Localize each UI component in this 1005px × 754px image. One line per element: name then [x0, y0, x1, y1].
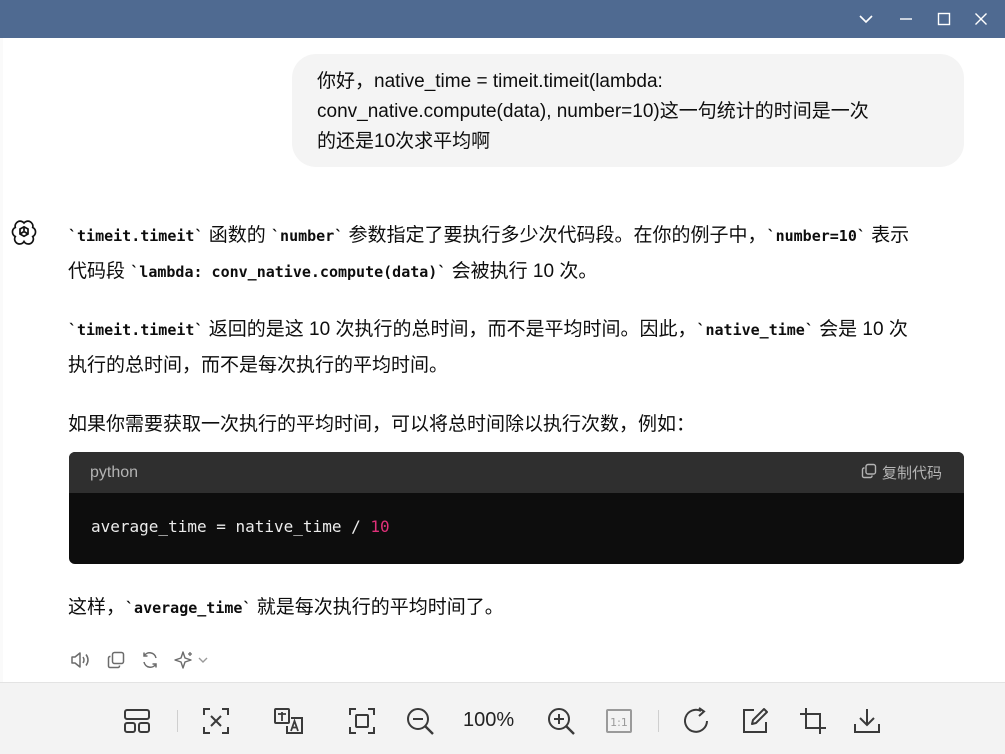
- title-bar: [0, 0, 1005, 38]
- copy-icon[interactable]: [106, 650, 126, 670]
- paragraph-text: 表示: [865, 225, 910, 246]
- toolbar-separator: [658, 710, 659, 732]
- minimize-icon[interactable]: [886, 0, 926, 38]
- edit-icon[interactable]: [739, 705, 771, 737]
- inline-code: `timeit.timeit`: [68, 227, 204, 245]
- assistant-paragraph-1: `timeit.timeit` 函数的 `number` 参数指定了要执行多少次…: [68, 218, 968, 290]
- fullscreen-icon[interactable]: [346, 705, 378, 737]
- code-content: average_time = native_time / 10: [69, 493, 964, 560]
- translate-icon[interactable]: [273, 705, 305, 737]
- sparkle-icon[interactable]: [174, 650, 210, 670]
- user-message-line: 的还是10次求平均啊: [317, 131, 491, 152]
- viewer-toolbar: 100% 1:1: [0, 682, 1005, 754]
- actual-size-icon[interactable]: 1:1: [603, 705, 635, 737]
- copy-code-label: 复制代码: [881, 465, 942, 482]
- paragraph-text: 会被执行 10 次。: [446, 261, 598, 282]
- paragraph-text: 返回的是这 10 次执行的总时间，而不是平均时间。因此，: [203, 319, 697, 340]
- paragraph-text: 这样，: [68, 597, 126, 618]
- zoom-level: 100%: [463, 709, 515, 731]
- code-block: python 复制代码 average_time = native_time /…: [69, 452, 964, 564]
- assistant-paragraph-2: `timeit.timeit` 返回的是这 10 次执行的总时间，而不是平均时间…: [68, 312, 968, 383]
- close-icon[interactable]: [961, 0, 1001, 38]
- message-actions: [70, 650, 210, 670]
- inline-code: `number`: [271, 227, 344, 245]
- assistant-paragraph-4: 这样，`average_time` 就是每次执行的平均时间了。: [68, 590, 968, 626]
- copy-icon: [861, 463, 877, 483]
- paragraph-text: 代码段: [68, 261, 131, 282]
- code-block-header: python 复制代码: [69, 452, 964, 493]
- inline-code: `average_time`: [125, 599, 252, 617]
- paragraph-text: 函数的: [203, 225, 272, 246]
- assistant-paragraph-3: 如果你需要获取一次执行的平均时间，可以将总时间除以执行次数，例如：: [68, 414, 696, 435]
- inline-code: `timeit.timeit`: [68, 321, 204, 339]
- crop-icon[interactable]: [797, 705, 829, 737]
- maximize-icon[interactable]: [924, 0, 964, 38]
- download-icon[interactable]: [851, 705, 883, 737]
- user-message-line: conv_native.compute(data), number=10)这一句…: [317, 101, 869, 122]
- user-message-bubble: 你好，native_time = timeit.timeit(lambda: c…: [292, 54, 964, 167]
- code-language-label: python: [90, 463, 139, 481]
- chat-content: 你好，native_time = timeit.timeit(lambda: c…: [0, 38, 1005, 682]
- zoom-out-icon[interactable]: [404, 705, 436, 737]
- user-message-line: 你好，native_time = timeit.timeit(lambda:: [317, 71, 663, 92]
- paragraph-text: 就是每次执行的平均时间了。: [251, 597, 504, 618]
- rotate-icon[interactable]: [681, 705, 713, 737]
- paragraph-text: 执行的总时间，而不是每次执行的平均时间。: [68, 355, 449, 376]
- inline-code: `native_time`: [696, 321, 814, 339]
- fit-icon[interactable]: [200, 705, 232, 737]
- speaker-icon[interactable]: [70, 650, 92, 670]
- inline-code: `lambda: conv_native.compute(data)`: [130, 263, 447, 281]
- copy-code-button[interactable]: 复制代码: [861, 462, 942, 483]
- paragraph-text: 会是 10 次: [813, 319, 908, 340]
- inline-code: `number=10`: [766, 227, 866, 245]
- regenerate-icon[interactable]: [140, 650, 160, 670]
- code-text: average_time = native_time /: [91, 517, 371, 536]
- toolbar-separator: [177, 710, 178, 732]
- code-number: 10: [370, 517, 390, 536]
- chevron-down-icon[interactable]: [846, 0, 886, 38]
- layout-icon[interactable]: [121, 705, 153, 737]
- svg-text:1:1: 1:1: [610, 716, 628, 729]
- zoom-in-icon[interactable]: [545, 705, 577, 737]
- paragraph-text: 参数指定了要执行多少次代码段。在你的例子中，: [343, 225, 767, 246]
- assistant-logo-icon: [11, 220, 37, 246]
- image-viewer-window: 你好，native_time = timeit.timeit(lambda: c…: [0, 0, 1005, 754]
